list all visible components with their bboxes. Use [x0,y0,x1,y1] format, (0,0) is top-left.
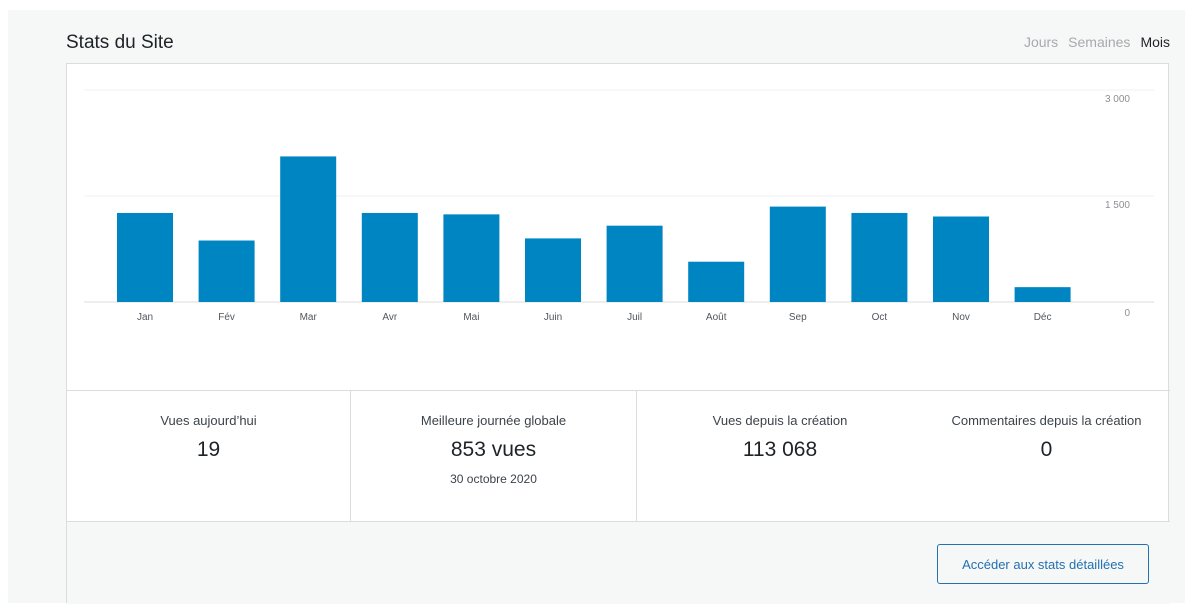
x-tick-label: Juin [544,312,562,323]
x-tick-label: Déc [1034,312,1052,323]
stat-total-comments: Commentaires depuis la création 0 [923,391,1170,522]
chart-bar [769,206,826,302]
widget-footer: Accéder aux stats détaillées [67,522,1170,604]
x-tick-label: Nov [952,312,970,323]
stat-best-day-label: Meilleure journée globale [420,413,567,428]
stats-card: 3 000 1 500 0 Jan Fév Mar Avr Mai Juin Juil Août Se… [66,63,1170,604]
stat-total-views-value: 113 068 [742,438,818,461]
period-tabs: Jours Semaines Mois [1024,34,1170,50]
y-tick-label: 0 [1124,308,1130,319]
x-tick-label: Mai [463,312,479,323]
y-tick-label: 3 000 [1105,94,1130,105]
chart-bar [606,225,663,302]
chart-bar [525,238,581,302]
stat-total-comments-value: 0 [1040,438,1053,461]
x-tick-label: Sep [789,312,807,323]
stat-best-day: Meilleure journée globale 853 vues 30 oc… [351,391,637,522]
chart-bar [280,156,337,302]
detailed-stats-button[interactable]: Accéder aux stats détaillées [937,544,1149,584]
stat-today: Vues aujourd’hui 19 [67,391,351,522]
tab-days[interactable]: Jours [1024,34,1058,50]
widget-title: Stats du Site [66,32,174,53]
x-tick-label: Août [706,312,727,323]
tab-weeks[interactable]: Semaines [1068,34,1130,50]
chart-bar [688,261,745,302]
stat-today-value: 19 [196,438,221,461]
summary-stats: Vues aujourd’hui 19 Meilleure journée gl… [67,390,1170,522]
chart-bar [1014,287,1071,302]
stat-today-label: Vues aujourd’hui [160,413,257,428]
stat-best-day-value: 853 vues [450,438,537,461]
chart-bar [198,240,255,302]
chart-bar [117,212,173,302]
x-tick-label: Jan [137,312,153,323]
stat-total-views-label: Vues depuis la création [712,413,848,428]
x-tick-label: Mar [300,312,318,323]
x-tick-label: Juil [627,312,642,323]
x-tick-label: Fév [218,312,235,323]
tab-months[interactable]: Mois [1140,34,1170,50]
chart-bar [361,212,418,302]
views-chart: 3 000 1 500 0 Jan Fév Mar Avr Mai Juin Juil Août Se… [67,64,1170,390]
chart-bar [851,212,908,302]
x-tick-label: Avr [382,312,397,323]
stat-total-views: Vues depuis la création 113 068 [637,391,923,522]
views-bar-chart: 3 000 1 500 0 Jan Fév Mar Avr Mai Juin Juil Août Se… [84,89,1154,323]
y-tick-label: 1 500 [1105,200,1130,211]
stat-best-day-date: 30 octobre 2020 [450,472,537,486]
chart-bar [443,214,500,302]
stat-total-comments-label: Commentaires depuis la création [951,413,1142,428]
x-tick-label: Oct [872,312,888,323]
chart-bar [933,216,989,302]
